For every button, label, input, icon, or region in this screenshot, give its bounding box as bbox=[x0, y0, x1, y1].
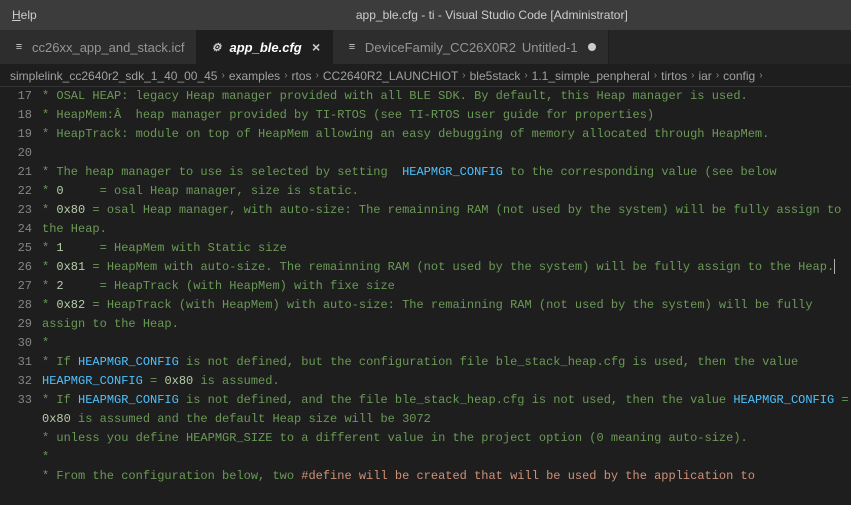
code-line[interactable]: * 0x81 = HeapMem with auto-size. The rem… bbox=[42, 258, 851, 277]
breadcrumb-item[interactable]: iar bbox=[698, 69, 711, 83]
chevron-right-icon: › bbox=[654, 70, 657, 81]
titlebar: Help app_ble.cfg - ti - Visual Studio Co… bbox=[0, 0, 851, 30]
code-line[interactable]: assign to the Heap. bbox=[42, 315, 851, 334]
tab-label: DeviceFamily_CC26X0R2 bbox=[365, 40, 516, 55]
breadcrumb-item[interactable]: examples bbox=[229, 69, 280, 83]
line-number: 31 bbox=[0, 353, 32, 372]
editor[interactable]: 1718192021222324252627282930313233 * OSA… bbox=[0, 87, 851, 505]
tab-app-ble-cfg[interactable]: ⚙ app_ble.cfg × bbox=[197, 30, 332, 64]
code-line[interactable]: * 0x82 = HeapTrack (with HeapMem) with a… bbox=[42, 296, 851, 315]
chevron-right-icon: › bbox=[462, 70, 465, 81]
code-area[interactable]: * OSAL HEAP: legacy Heap manager provide… bbox=[42, 87, 851, 505]
chevron-right-icon: › bbox=[691, 70, 694, 81]
line-number: 18 bbox=[0, 106, 32, 125]
line-number: 24 bbox=[0, 220, 32, 239]
tab-label: app_ble.cfg bbox=[229, 40, 301, 55]
window-title: app_ble.cfg - ti - Visual Studio Code [A… bbox=[41, 8, 843, 22]
line-number: 19 bbox=[0, 125, 32, 144]
line-number: 25 bbox=[0, 239, 32, 258]
dirty-dot-icon bbox=[588, 43, 596, 51]
code-line[interactable]: * If HEAPMGR_CONFIG is not defined, but … bbox=[42, 353, 851, 372]
breadcrumb-item[interactable]: config bbox=[723, 69, 755, 83]
chevron-right-icon: › bbox=[759, 70, 762, 81]
code-line[interactable]: * unless you define HEAPMGR_SIZE to a di… bbox=[42, 429, 851, 448]
code-line[interactable]: * 0x80 = osal Heap manager, with auto-si… bbox=[42, 201, 851, 220]
line-number: 30 bbox=[0, 334, 32, 353]
line-number: 21 bbox=[0, 163, 32, 182]
breadcrumb-item[interactable]: tirtos bbox=[661, 69, 687, 83]
line-number: 20 bbox=[0, 144, 32, 163]
breadcrumb-item[interactable]: CC2640R2_LAUNCHIOT bbox=[323, 69, 458, 83]
breadcrumb-item[interactable]: rtos bbox=[292, 69, 312, 83]
line-number: 22 bbox=[0, 182, 32, 201]
code-line[interactable]: * 0 = osal Heap manager, size is static. bbox=[42, 182, 851, 201]
chevron-right-icon: › bbox=[524, 70, 527, 81]
code-line[interactable]: 0x80 is assumed and the default Heap siz… bbox=[42, 410, 851, 429]
menu-help[interactable]: Help bbox=[8, 8, 41, 22]
tab-label: cc26xx_app_and_stack.icf bbox=[32, 40, 184, 55]
chevron-right-icon: › bbox=[316, 70, 319, 81]
code-line[interactable]: HEAPMGR_CONFIG = 0x80 is assumed. bbox=[42, 372, 851, 391]
code-line[interactable]: * If HEAPMGR_CONFIG is not defined, and … bbox=[42, 391, 851, 410]
chevron-right-icon: › bbox=[284, 70, 287, 81]
code-line[interactable]: * HeapTrack: module on top of HeapMem al… bbox=[42, 125, 851, 144]
line-number: 26 bbox=[0, 258, 32, 277]
code-line[interactable]: * bbox=[42, 334, 851, 353]
tab-bar: ≡ cc26xx_app_and_stack.icf ⚙ app_ble.cfg… bbox=[0, 30, 851, 65]
code-line[interactable]: * 2 = HeapTrack (with HeapMem) with fixe… bbox=[42, 277, 851, 296]
tab-suffix: Untitled-1 bbox=[522, 40, 578, 55]
line-number: 28 bbox=[0, 296, 32, 315]
code-line[interactable]: * The heap manager to use is selected by… bbox=[42, 163, 851, 182]
file-icon: ⚙ bbox=[209, 40, 223, 54]
line-number: 33 bbox=[0, 391, 32, 410]
line-number: 27 bbox=[0, 277, 32, 296]
code-line[interactable]: * HeapMem:Â heap manager provided by TI-… bbox=[42, 106, 851, 125]
line-number: 17 bbox=[0, 87, 32, 106]
chevron-right-icon: › bbox=[221, 70, 224, 81]
code-line[interactable]: the Heap. bbox=[42, 220, 851, 239]
line-number: 29 bbox=[0, 315, 32, 334]
code-line[interactable]: * OSAL HEAP: legacy Heap manager provide… bbox=[42, 87, 851, 106]
line-number: 32 bbox=[0, 372, 32, 391]
file-icon: ≡ bbox=[345, 40, 359, 54]
close-icon[interactable]: × bbox=[308, 39, 320, 55]
file-icon: ≡ bbox=[12, 40, 26, 54]
code-line[interactable]: * 1 = HeapMem with Static size bbox=[42, 239, 851, 258]
tab-cc26xx-icf[interactable]: ≡ cc26xx_app_and_stack.icf bbox=[0, 30, 197, 64]
breadcrumb-item[interactable]: simplelink_cc2640r2_sdk_1_40_00_45 bbox=[10, 69, 217, 83]
breadcrumb-item[interactable]: 1.1_simple_penpheral bbox=[532, 69, 650, 83]
chevron-right-icon: › bbox=[716, 70, 719, 81]
code-line[interactable]: * From the configuration below, two #def… bbox=[42, 467, 851, 486]
code-line[interactable] bbox=[42, 144, 851, 163]
line-number-gutter: 1718192021222324252627282930313233 bbox=[0, 87, 42, 505]
tab-devicefamily[interactable]: ≡ DeviceFamily_CC26X0R2 Untitled-1 bbox=[333, 30, 609, 64]
line-number: 23 bbox=[0, 201, 32, 220]
code-line[interactable]: * bbox=[42, 448, 851, 467]
breadcrumb: simplelink_cc2640r2_sdk_1_40_00_45 › exa… bbox=[0, 65, 851, 87]
breadcrumb-item[interactable]: ble5stack bbox=[470, 69, 521, 83]
